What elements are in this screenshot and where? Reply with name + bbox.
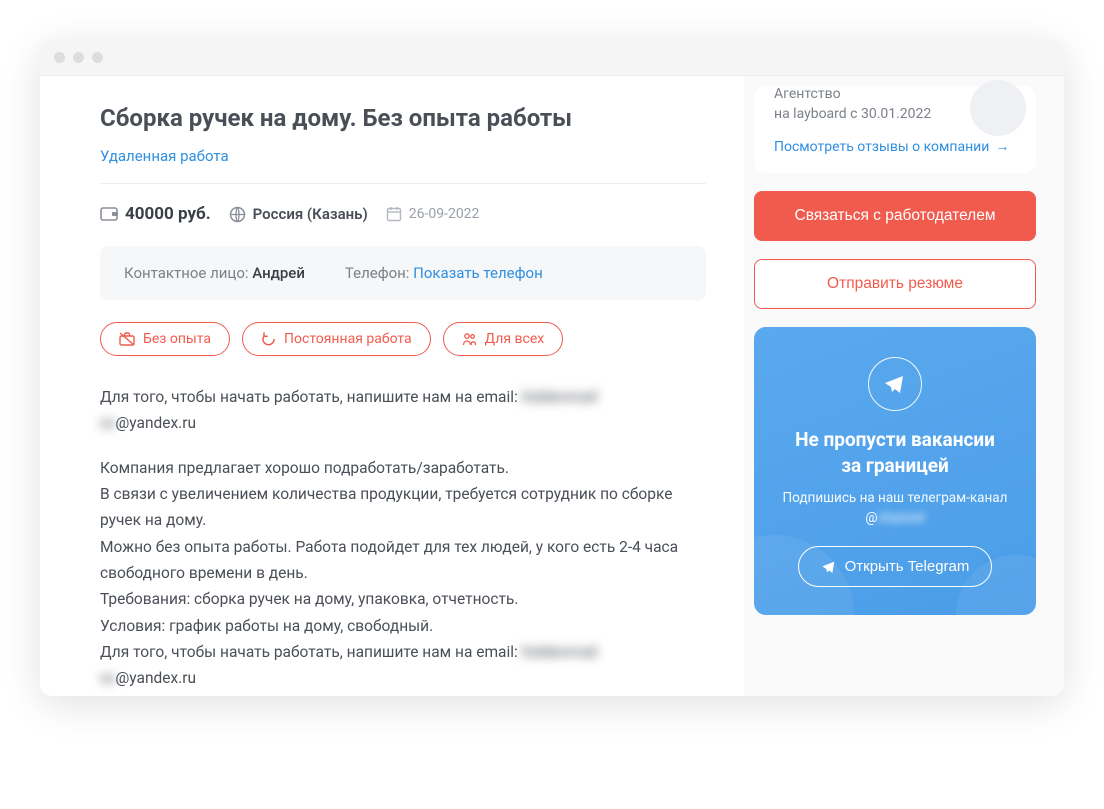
body-line: Требования: сборка ручек на дому, упаков… bbox=[100, 590, 518, 608]
window-dot bbox=[54, 52, 65, 63]
main-content: Сборка ручек на дому. Без опыта работы У… bbox=[40, 76, 744, 696]
contact-person-value: Андрей bbox=[252, 264, 305, 282]
window-titlebar bbox=[40, 40, 1064, 76]
date-block: 26-09-2022 bbox=[386, 206, 480, 222]
intro-text: Для того, чтобы начать работать, напишит… bbox=[100, 388, 522, 406]
body-line: Компания предлагает хорошо подработать/з… bbox=[100, 459, 509, 477]
divider bbox=[100, 183, 706, 184]
outro-domain: @yandex.ru bbox=[115, 669, 196, 687]
refresh-icon bbox=[261, 332, 276, 347]
tag-row: Без опыта Постоянная работа Для всех bbox=[100, 322, 706, 356]
chip-experience-label: Без опыта bbox=[143, 331, 211, 347]
contact-employer-button[interactable]: Связаться с работодателем bbox=[754, 191, 1036, 241]
contact-phone-label: Телефон: bbox=[345, 264, 410, 282]
contact-person-label: Контактное лицо: bbox=[124, 264, 249, 282]
hidden-email: hiddenmail bbox=[522, 384, 598, 410]
open-telegram-label: Открыть Telegram bbox=[845, 558, 970, 575]
body-line: Можно без опыта работы. Работа подойдет … bbox=[100, 538, 678, 582]
salary-value: 40000 руб. bbox=[125, 204, 211, 224]
reviews-label: Посмотреть отзывы о компании bbox=[774, 139, 989, 155]
telegram-subtitle: Подпишись на наш телеграм-канал bbox=[776, 490, 1014, 506]
job-title: Сборка ручек на дому. Без опыта работы bbox=[100, 104, 706, 132]
telegram-handle: @channel bbox=[776, 510, 1014, 526]
hidden-email-prefix: xx bbox=[100, 665, 115, 691]
company-avatar bbox=[970, 80, 1026, 136]
people-icon bbox=[462, 332, 477, 347]
tg-handle-at: @ bbox=[865, 510, 877, 526]
location-block: Россия (Казань) bbox=[229, 205, 368, 223]
show-phone-link[interactable]: Показать телефон bbox=[413, 264, 543, 282]
tg-title-line2: за границей bbox=[841, 454, 949, 477]
window-dot bbox=[73, 52, 84, 63]
remote-work-link[interactable]: Удаленная работа bbox=[100, 147, 229, 165]
contact-box: Контактное лицо: Андрей Телефон: Показат… bbox=[100, 246, 706, 300]
description-intro: Для того, чтобы начать работать, напишит… bbox=[100, 384, 706, 437]
telegram-send-icon bbox=[821, 559, 837, 575]
company-reviews-link[interactable]: Посмотреть отзывы о компании → bbox=[774, 138, 1009, 155]
tg-title-line1: Не пропусти вакансии bbox=[795, 428, 995, 451]
contact-person: Контактное лицо: Андрей bbox=[124, 264, 305, 282]
arrow-right-icon: → bbox=[995, 138, 1009, 155]
wallet-icon bbox=[100, 206, 118, 222]
sidebar: Агентство на layboard с 30.01.2022 Посмо… bbox=[744, 76, 1064, 696]
browser-window: Сборка ручек на дому. Без опыта работы У… bbox=[40, 40, 1064, 696]
chip-employment[interactable]: Постоянная работа bbox=[242, 322, 431, 356]
location-value: Россия (Казань) bbox=[253, 205, 368, 223]
calendar-icon bbox=[386, 206, 402, 222]
company-card: Агентство на layboard с 30.01.2022 Посмо… bbox=[754, 86, 1036, 173]
description-body: Компания предлагает хорошо подработать/з… bbox=[100, 455, 706, 692]
hidden-email-prefix: xx bbox=[100, 410, 115, 436]
telegram-icon bbox=[868, 357, 922, 411]
hidden-email: hiddenmail bbox=[522, 639, 598, 665]
chip-employment-label: Постоянная работа bbox=[284, 331, 412, 347]
job-description: Для того, чтобы начать работать, напишит… bbox=[100, 384, 706, 692]
body-line: В связи с увеличением количества продукц… bbox=[100, 485, 672, 529]
briefcase-off-icon bbox=[119, 332, 135, 346]
window-dot bbox=[92, 52, 103, 63]
open-telegram-button[interactable]: Открыть Telegram bbox=[798, 546, 993, 587]
telegram-promo-card: Не пропусти вакансии за границей Подпиши… bbox=[754, 327, 1036, 615]
send-resume-button[interactable]: Отправить резюме bbox=[754, 259, 1036, 309]
tg-handle-hidden: channel bbox=[877, 510, 924, 526]
salary-block: 40000 руб. bbox=[100, 204, 211, 224]
job-meta-row: 40000 руб. Россия (Казань) 26-09-2022 bbox=[100, 204, 706, 224]
globe-icon bbox=[229, 206, 246, 223]
date-value: 26-09-2022 bbox=[409, 206, 480, 222]
telegram-title: Не пропусти вакансии за границей bbox=[776, 427, 1014, 478]
chip-audience-label: Для всех bbox=[485, 331, 545, 347]
page-viewport: Сборка ручек на дому. Без опыта работы У… bbox=[40, 76, 1064, 696]
chip-experience[interactable]: Без опыта bbox=[100, 322, 230, 356]
body-line: Для того, чтобы начать работать, напишит… bbox=[100, 643, 522, 661]
chip-audience[interactable]: Для всех bbox=[443, 322, 564, 356]
body-line: Условия: график работы на дому, свободны… bbox=[100, 617, 433, 635]
contact-phone: Телефон: Показать телефон bbox=[345, 264, 543, 282]
intro-domain: @yandex.ru bbox=[115, 414, 196, 432]
